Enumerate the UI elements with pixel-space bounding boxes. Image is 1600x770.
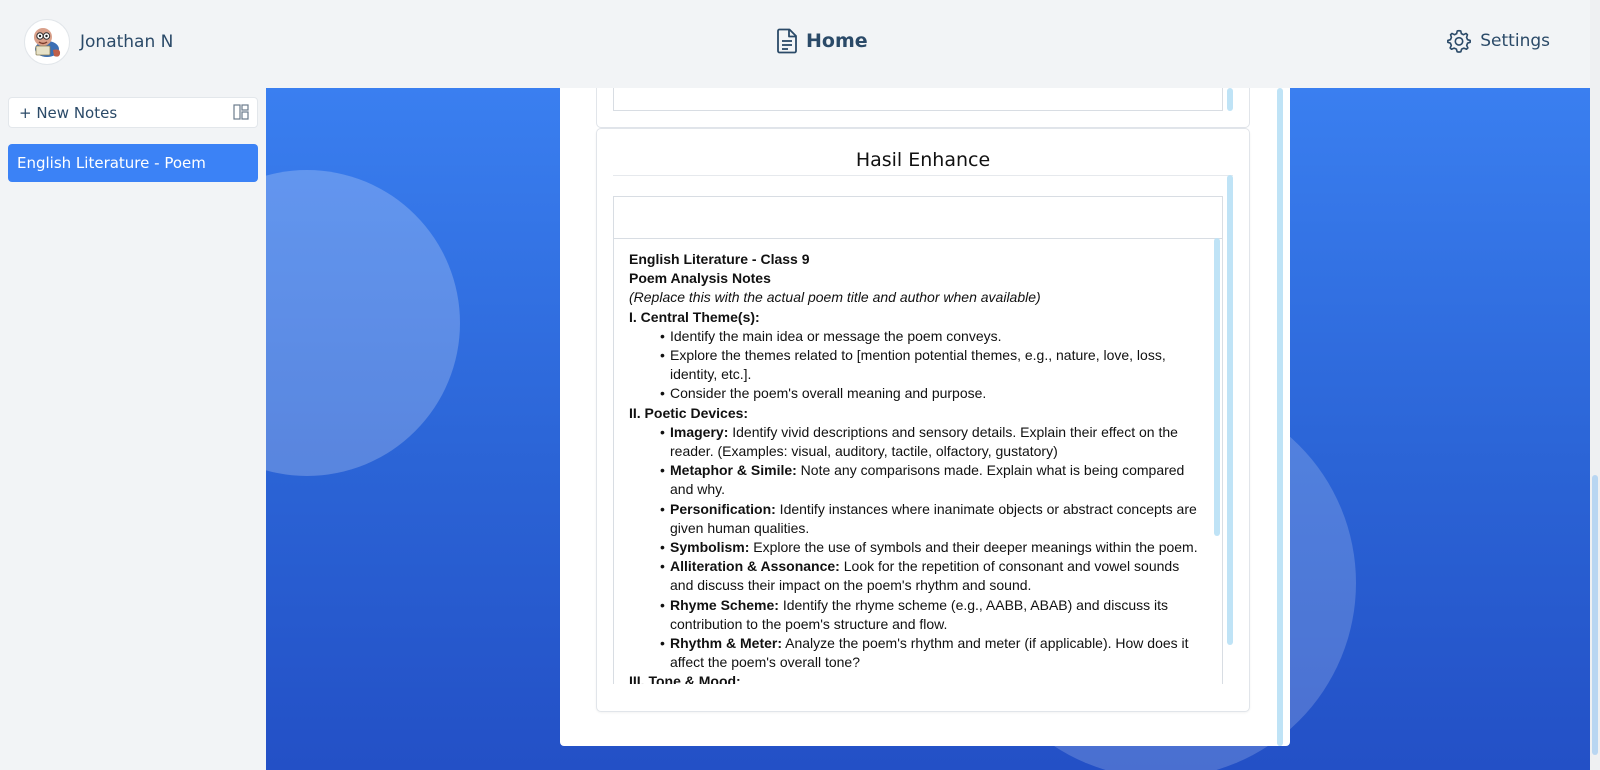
list-item: Symbolism: Explore the use of symbols an… (660, 538, 1199, 557)
list-text: Identify vivid descriptions and sensory … (670, 423, 1178, 460)
document-content: English Literature - Class 9 Poem Analys… (629, 250, 1199, 684)
bullet-list: Imagery: Identify vivid descriptions and… (660, 423, 1199, 673)
page-scrollbar[interactable] (1590, 0, 1600, 770)
doc-subtitle: Poem Analysis Notes (629, 270, 771, 287)
home-link[interactable]: Home (776, 28, 868, 54)
avatar-worm-icon (34, 28, 61, 57)
previous-card-scrollbar[interactable] (1227, 88, 1233, 111)
decorative-circle (266, 170, 460, 476)
gear-icon (1447, 29, 1472, 53)
enhance-card: Hasil Enhance English Literature - Class… (596, 128, 1250, 712)
list-term: Imagery: (670, 423, 729, 440)
list-item: Personification: Identify instances wher… (660, 500, 1199, 538)
bullet-list: Identify the main idea or message the po… (660, 327, 1199, 404)
list-term: Rhythm & Meter: (670, 635, 783, 652)
section-heading: II. Poetic Devices: (629, 404, 749, 421)
list-item: Rhythm & Meter: Analyze the poem's rhyth… (660, 634, 1199, 672)
layout-icon[interactable] (233, 104, 249, 125)
list-term: Rhyme Scheme: (670, 596, 779, 613)
editor-toolbar[interactable] (613, 196, 1223, 239)
doc-title: English Literature - Class 9 (629, 251, 810, 267)
list-item: Metaphor & Simile: Note any comparisons … (660, 461, 1199, 499)
section-heading: I. Central Theme(s): (629, 308, 760, 325)
editor-scrollbar[interactable] (1214, 238, 1220, 536)
panel-scrollbar[interactable] (1277, 88, 1283, 746)
enhanced-notes-editor[interactable]: English Literature - Class 9 Poem Analys… (613, 238, 1223, 684)
sidebar: + New Notes English Literature - Poem (0, 88, 266, 770)
page-scrollbar-thumb[interactable] (1592, 475, 1598, 755)
list-item: Identify the main idea or message the po… (660, 327, 1199, 346)
list-text: Explore the use of symbols and their dee… (749, 539, 1198, 556)
doc-note: (Replace this with the actual poem title… (629, 289, 1041, 306)
list-item: Rhyme Scheme: Identify the rhyme scheme … (660, 596, 1199, 634)
document-icon (777, 28, 797, 54)
previous-card (596, 88, 1250, 128)
list-item: Consider the poem's overall meaning and … (660, 384, 1199, 403)
avatar[interactable] (24, 19, 70, 65)
list-item: Imagery: Identify vivid descriptions and… (660, 423, 1199, 461)
card-scrollbar[interactable] (1227, 175, 1233, 645)
home-label: Home (806, 30, 868, 52)
list-term: Personification: (670, 500, 776, 517)
list-term: Alliteration & Assonance: (670, 558, 840, 575)
card-title: Hasil Enhance (855, 149, 991, 171)
app-header: Jonathan N Home Settings (0, 0, 1590, 88)
list-item: Explore the themes related to [mention p… (660, 346, 1199, 384)
list-item: Alliteration & Assonance: Look for the r… (660, 557, 1199, 595)
settings-button[interactable]: Settings (1446, 28, 1550, 54)
divider (613, 175, 1233, 176)
previous-editor[interactable] (613, 88, 1223, 111)
sidebar-item-label: English Literature - Poem (17, 154, 206, 172)
list-term: Metaphor & Simile: (670, 462, 797, 479)
list-term: Symbolism: (670, 539, 750, 556)
new-note-label: + New Notes (19, 103, 118, 122)
new-note-button[interactable]: + New Notes (8, 97, 258, 128)
settings-label: Settings (1480, 31, 1550, 51)
section-heading: III. Tone & Mood: (629, 673, 741, 684)
username: Jonathan N (80, 32, 174, 52)
notes-panel: Hasil Enhance English Literature - Class… (560, 88, 1290, 746)
user-profile[interactable]: Jonathan N (24, 19, 173, 65)
sidebar-item-english-literature-poem[interactable]: English Literature - Poem (8, 144, 258, 182)
